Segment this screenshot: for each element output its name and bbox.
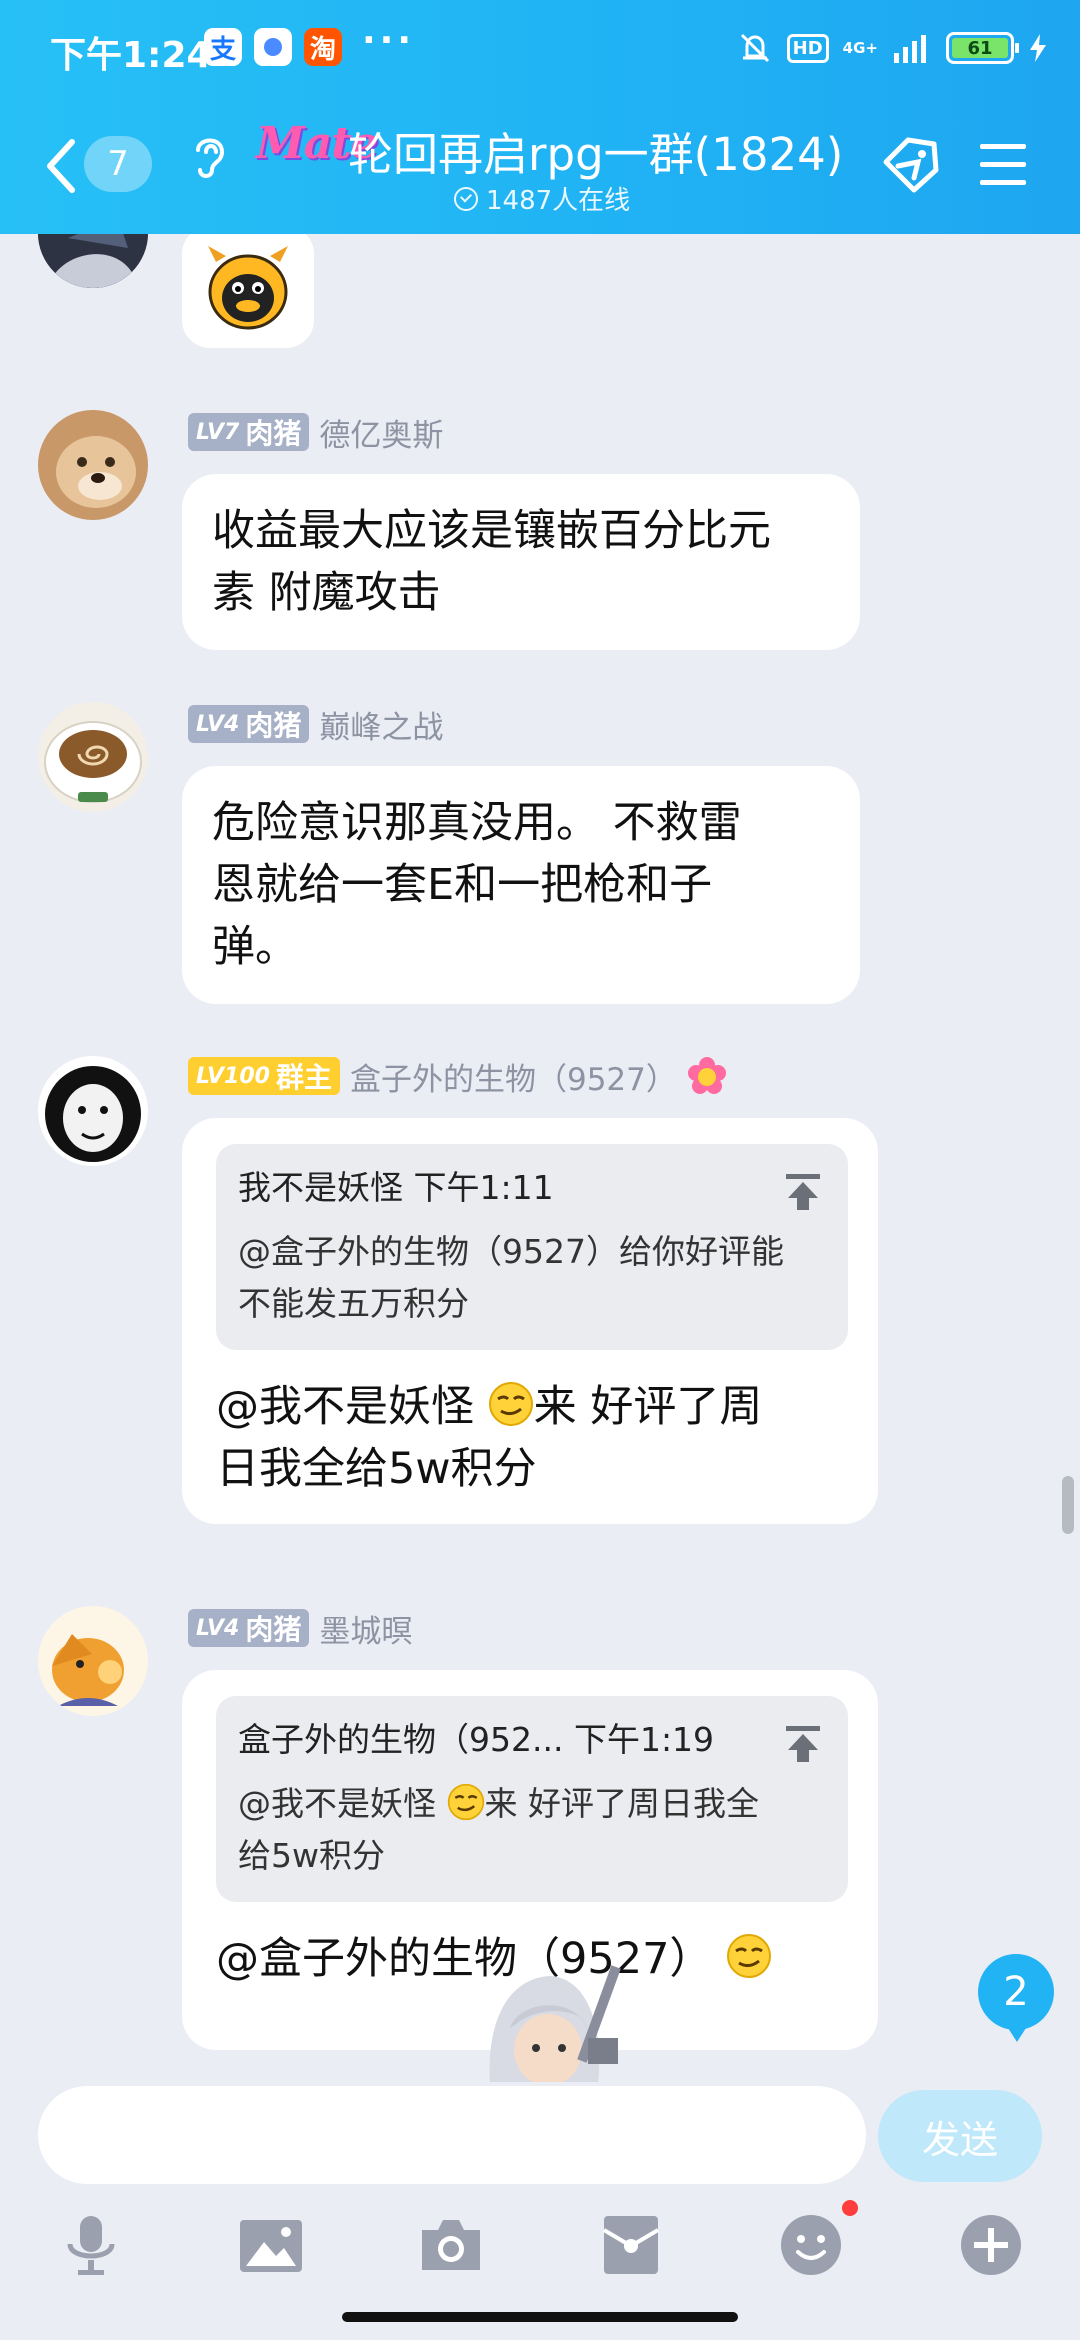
level-badge: LV4 肉猪 [188, 1609, 310, 1647]
avatar[interactable] [38, 1606, 148, 1716]
sender-row: LV4 肉猪 墨城暝 [188, 1606, 412, 1651]
avatar[interactable] [38, 702, 148, 812]
message-bubble[interactable]: 收益最大应该是镶嵌百分比元 素 附魔攻击 [182, 474, 860, 650]
message-line: 危险意识那真没用。 不救雷 [212, 798, 742, 848]
avatar[interactable] [38, 410, 148, 520]
online-count-text: 1487人在线 [486, 186, 631, 216]
quote-line: 不能发五万积分 [238, 1284, 469, 1323]
sender-name[interactable]: 德亿奥斯 [319, 410, 443, 455]
battery-icon: 61 [946, 32, 1019, 64]
avatar[interactable] [38, 234, 148, 288]
smirk-emoji-icon [488, 1382, 533, 1426]
quote-line: @我不是妖怪 来 好评了周日我全 [238, 1783, 759, 1823]
message-list[interactable]: LV7 肉猪 德亿奥斯 收益最大应该是镶嵌百分比元 素 附魔攻击 LV4 肉猪 … [0, 234, 1080, 2082]
mute-icon [740, 33, 769, 63]
sender-name[interactable]: 盒子外的生物（9527） [350, 1054, 677, 1099]
battery-level: 61 [952, 38, 1008, 59]
level-badge: LV7 肉猪 [188, 413, 310, 451]
mention-text[interactable]: @我不是妖怪 [216, 1382, 488, 1432]
sender-row: LV7 肉猪 德亿奥斯 [188, 410, 443, 455]
menu-icon[interactable] [978, 142, 1028, 188]
quote-author-time: 盒子外的生物（952... 下午1:19 [238, 1720, 715, 1759]
message-line: 恩就给一套E和一把枪和子 [212, 860, 713, 910]
quoted-message[interactable]: 盒子外的生物（952... 下午1:19 @我不是妖怪 来 好评了周日我全 给5… [216, 1696, 848, 1902]
group-title[interactable]: 轮回再启rpg一群(1824) [348, 118, 843, 183]
nav-bar: 7 Mate 轮回再启rpg一群(1824) 1487人在线 [0, 100, 1080, 234]
send-button[interactable]: 发送 [878, 2090, 1042, 2182]
smirk-emoji-icon [447, 1783, 484, 1821]
smirk-emoji-icon [727, 1934, 772, 1978]
plus-icon[interactable] [956, 2210, 1026, 2280]
signal-icon [894, 35, 926, 63]
hd-icon: HD [786, 33, 829, 63]
sender-row: LV4 肉猪 巅峰之战 [188, 702, 443, 747]
sender-name[interactable]: 巅峰之战 [319, 702, 443, 747]
sender-name[interactable]: 墨城暝 [319, 1606, 412, 1651]
new-messages-badge[interactable]: 2 [978, 1954, 1054, 2042]
message-line: @我不是妖怪 来 好评了周 [216, 1376, 848, 1438]
message-bubble[interactable]: 危险意识那真没用。 不救雷 恩就给一套E和一把枪和子 弹。 [182, 766, 860, 1004]
back-chevron-icon[interactable] [42, 136, 82, 196]
character-decoration [489, 1965, 621, 2084]
flower-badge-icon [687, 1057, 726, 1094]
ear-icon[interactable] [188, 130, 232, 182]
microphone-icon[interactable] [56, 2210, 126, 2280]
alipay-icon: 支 [204, 28, 242, 66]
chat-header: 下午1:24 支 淘 ··· HD 4G+ 61 7 Mate 轮回再启rpg一… [0, 0, 1080, 234]
level-badge: LV4 肉猪 [188, 705, 310, 743]
quote-author-time: 我不是妖怪 下午1:11 [238, 1168, 554, 1207]
red-packet-icon[interactable] [596, 2210, 666, 2280]
avatar[interactable] [38, 1056, 148, 1166]
sender-row: LV100 群主 盒子外的生物（9527） [188, 1054, 727, 1099]
sticker-bubble[interactable] [182, 234, 314, 348]
home-indicator[interactable] [342, 2312, 738, 2322]
charging-icon [1030, 34, 1046, 62]
owner-badge: LV100 群主 [188, 1057, 340, 1095]
quote-line: 给5w积分 [238, 1836, 385, 1875]
message-line: 素 附魔攻击 [212, 568, 441, 618]
status-bar: 下午1:24 支 淘 ··· HD 4G+ 61 [0, 0, 1080, 96]
unread-count-badge[interactable]: 7 [84, 136, 152, 192]
message-input[interactable] [38, 2086, 866, 2184]
chat-app-icon [254, 28, 292, 66]
penguin-cow-sticker [208, 246, 288, 330]
more-notifications-icon: ··· [362, 20, 416, 61]
message-text: 来 好评了周 [533, 1382, 763, 1432]
message-line: 弹。 [212, 922, 298, 972]
status-indicators: HD 4G+ 61 [737, 28, 1048, 68]
tag-icon[interactable] [878, 132, 944, 198]
message-line: 日我全给5w积分 [216, 1444, 537, 1494]
online-count[interactable]: 1487人在线 [454, 180, 630, 217]
emoji-icon[interactable] [776, 2210, 846, 2280]
jump-to-quote-icon[interactable] [784, 1724, 822, 1764]
image-icon[interactable] [236, 2210, 306, 2280]
new-emoji-dot [842, 2200, 858, 2216]
reply-bubble[interactable]: 我不是妖怪 下午1:11 @盒子外的生物（9527）给你好评能 不能发五万积分 … [182, 1118, 878, 1524]
network-type: 4G+ [842, 39, 878, 57]
camera-icon[interactable] [416, 2210, 486, 2280]
online-check-icon [454, 186, 478, 211]
taobao-icon: 淘 [304, 28, 342, 66]
quote-line: @盒子外的生物（9527）给你好评能 [238, 1232, 784, 1271]
message-line: 收益最大应该是镶嵌百分比元 [212, 506, 771, 556]
scrollbar-thumb[interactable] [1062, 1476, 1074, 1534]
status-time: 下午1:24 [50, 35, 212, 76]
quoted-message[interactable]: 我不是妖怪 下午1:11 @盒子外的生物（9527）给你好评能 不能发五万积分 [216, 1144, 848, 1350]
jump-to-quote-icon[interactable] [784, 1172, 822, 1212]
